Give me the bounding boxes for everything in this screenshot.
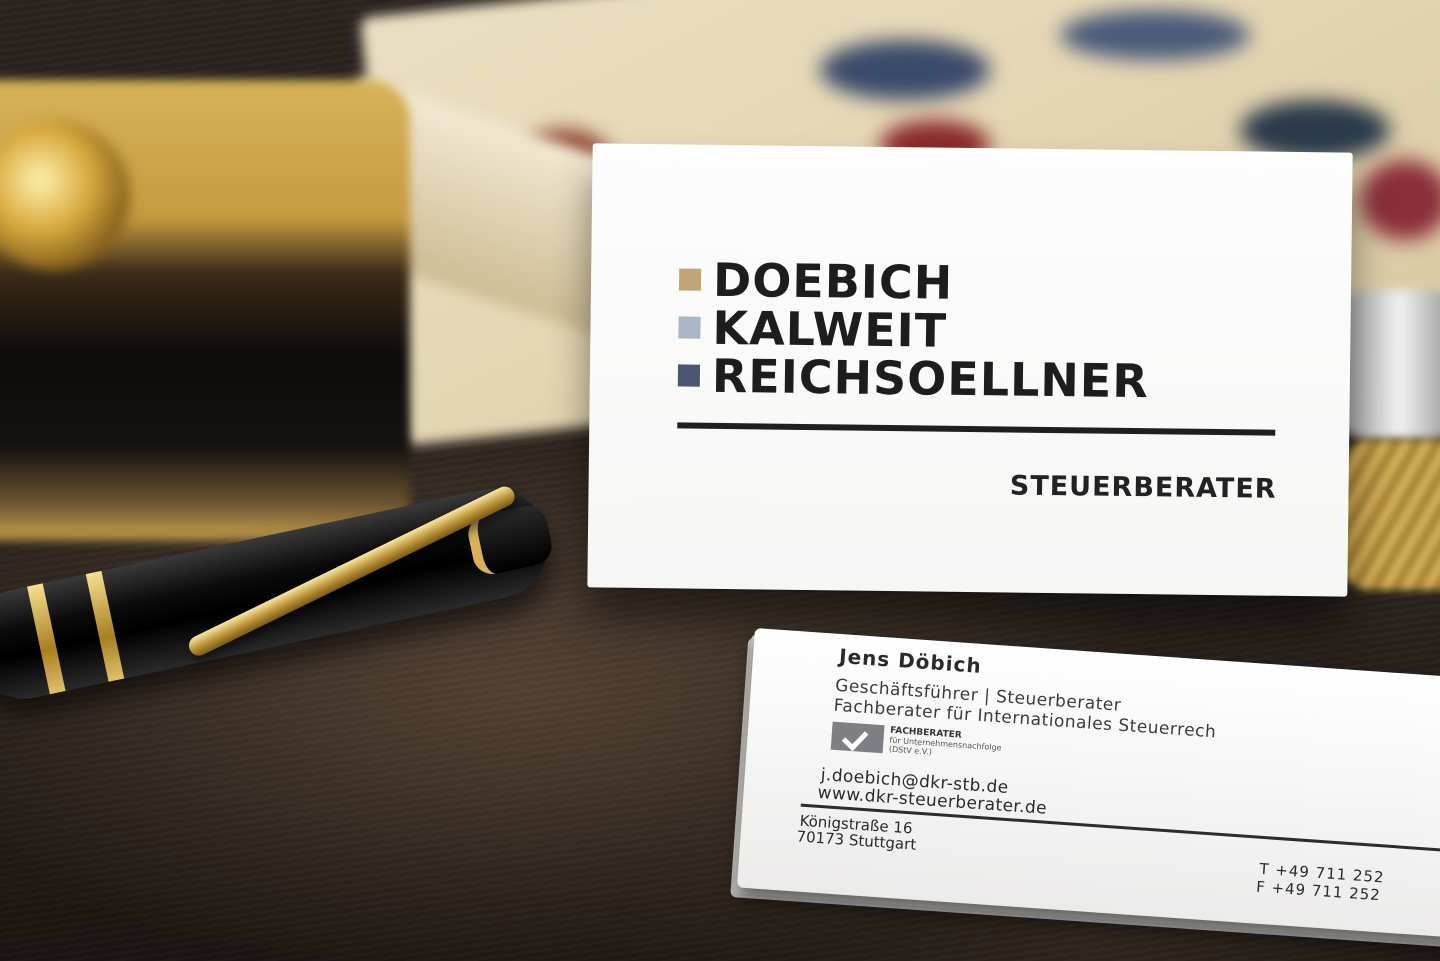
checkmark-icon bbox=[830, 721, 885, 754]
certification-badge: FACHBERATER für Unternehmensnachfolge (D… bbox=[830, 721, 1003, 762]
logo-square-grey bbox=[678, 316, 701, 339]
logo-line-1: DOEBICH bbox=[678, 252, 954, 310]
pen-gold-band bbox=[85, 570, 125, 682]
book-pattern-spot bbox=[820, 40, 990, 100]
pen-gold-band bbox=[27, 583, 66, 695]
logo-square-gold bbox=[678, 268, 702, 291]
card-tagline: STEUERBERATER bbox=[1009, 470, 1277, 505]
book-pattern-spot bbox=[1060, 10, 1250, 60]
blurred-watch-band bbox=[1340, 440, 1440, 590]
badge-line-2: (DStV e.V.) bbox=[888, 744, 933, 757]
logo-square-navy bbox=[677, 364, 701, 387]
standing-business-card: DOEBICH KALWEIT REICHSOELLNER STEUERBERA… bbox=[587, 143, 1353, 597]
logo-divider bbox=[677, 422, 1276, 436]
badge-text: FACHBERATER für Unternehmensnachfolge (D… bbox=[889, 726, 1003, 762]
contact-name: Jens Döbich bbox=[838, 643, 983, 678]
lying-business-card: Jens Döbich Geschäftsführer | Steuerbera… bbox=[736, 628, 1440, 941]
logo-word-doebich: DOEBICH bbox=[712, 252, 954, 310]
photo-scene: DOEBICH KALWEIT REICHSOELLNER STEUERBERA… bbox=[0, 0, 1440, 961]
book-pattern-spot bbox=[1360, 160, 1440, 240]
logo-line-3: REICHSOELLNER bbox=[677, 348, 1150, 409]
logo-word-reichsoellner: REICHSOELLNER bbox=[711, 348, 1150, 409]
logo-line-2: KALWEIT bbox=[678, 300, 948, 358]
logo-word-kalweit: KALWEIT bbox=[712, 300, 948, 358]
